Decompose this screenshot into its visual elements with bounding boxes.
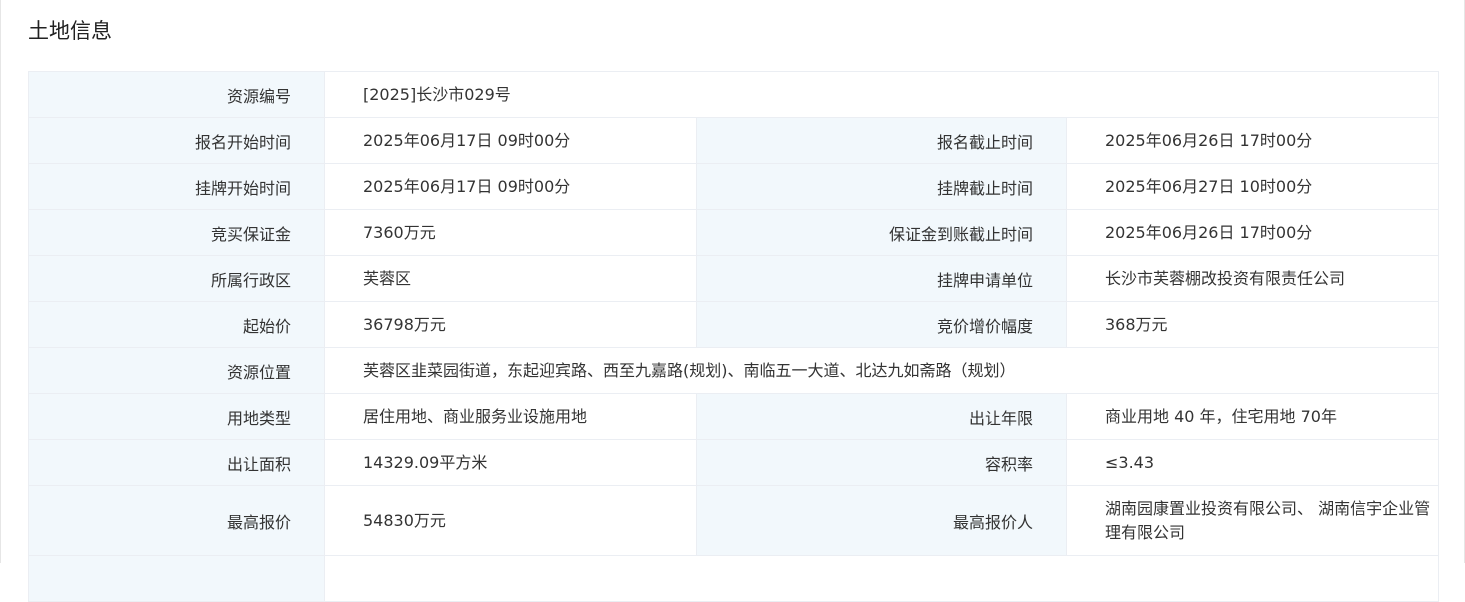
field-value: 368万元 (1065, 301, 1440, 348)
field-value: 湖南园康置业投资有限公司、 湖南信宇企业管理有限公司 (1065, 485, 1440, 556)
field-label: 资源位置 (28, 347, 325, 394)
field-value: 居住用地、商业服务业设施用地 (324, 393, 697, 440)
field-label: 最高报价 (28, 485, 325, 556)
table-row: 起始价 36798万元 竞价增价幅度 368万元 (28, 301, 1440, 348)
field-label: 资源编号 (28, 71, 325, 118)
table-row-partial (28, 555, 1440, 602)
field-label: 竞买保证金 (28, 209, 325, 256)
field-value: 54830万元 (324, 485, 697, 556)
table-row: 最高报价 54830万元 最高报价人 湖南园康置业投资有限公司、 湖南信宇企业管… (28, 485, 1440, 556)
field-value: 36798万元 (324, 301, 697, 348)
field-value: 14329.09平方米 (324, 439, 697, 486)
field-value: ≤3.43 (1065, 439, 1440, 486)
field-value: 芙蓉区 (324, 255, 697, 302)
field-value: 7360万元 (324, 209, 697, 256)
field-value: 2025年06月17日 09时00分 (324, 117, 697, 164)
land-info-panel: 土地信息 资源编号 [2025]长沙市029号 报名开始时间 2025年06月1… (0, 0, 1465, 602)
field-label: 竞价增价幅度 (696, 301, 1067, 348)
field-value: 2025年06月26日 17时00分 (1065, 209, 1440, 256)
field-label: 挂牌申请单位 (696, 255, 1067, 302)
field-label: 用地类型 (28, 393, 325, 440)
field-label-empty (28, 555, 325, 602)
field-value: 2025年06月17日 09时00分 (324, 163, 697, 210)
field-value: 商业用地 40 年，住宅用地 70年 (1065, 393, 1440, 440)
field-value: 芙蓉区韭菜园街道，东起迎宾路、西至九嘉路(规划)、南临五一大道、北达九如斋路（规… (323, 347, 1440, 394)
table-row: 竞买保证金 7360万元 保证金到账截止时间 2025年06月26日 17时00… (28, 209, 1440, 256)
field-label: 保证金到账截止时间 (696, 209, 1067, 256)
field-label: 报名开始时间 (28, 117, 325, 164)
table-row: 用地类型 居住用地、商业服务业设施用地 出让年限 商业用地 40 年，住宅用地 … (28, 393, 1440, 440)
table-row: 出让面积 14329.09平方米 容积率 ≤3.43 (28, 439, 1440, 486)
table-row: 报名开始时间 2025年06月17日 09时00分 报名截止时间 2025年06… (28, 117, 1440, 164)
field-value-empty (323, 555, 1440, 602)
field-label: 报名截止时间 (696, 117, 1067, 164)
land-info-table: 资源编号 [2025]长沙市029号 报名开始时间 2025年06月17日 09… (28, 71, 1440, 602)
table-row: 挂牌开始时间 2025年06月17日 09时00分 挂牌截止时间 2025年06… (28, 163, 1440, 210)
field-label: 最高报价人 (696, 485, 1067, 556)
table-row: 资源位置 芙蓉区韭菜园街道，东起迎宾路、西至九嘉路(规划)、南临五一大道、北达九… (28, 347, 1440, 394)
field-label: 所属行政区 (28, 255, 325, 302)
table-row: 所属行政区 芙蓉区 挂牌申请单位 长沙市芙蓉棚改投资有限责任公司 (28, 255, 1440, 302)
field-value: 2025年06月27日 10时00分 (1065, 163, 1440, 210)
field-label: 挂牌截止时间 (696, 163, 1067, 210)
field-label: 容积率 (696, 439, 1067, 486)
field-value: 长沙市芙蓉棚改投资有限责任公司 (1065, 255, 1440, 302)
field-value: 2025年06月26日 17时00分 (1065, 117, 1440, 164)
field-value: [2025]长沙市029号 (323, 71, 1440, 118)
field-label: 出让年限 (696, 393, 1067, 440)
field-label: 起始价 (28, 301, 325, 348)
field-label: 出让面积 (28, 439, 325, 486)
section-title: 土地信息 (28, 19, 112, 43)
table-row: 资源编号 [2025]长沙市029号 (28, 71, 1440, 118)
field-label: 挂牌开始时间 (28, 163, 325, 210)
